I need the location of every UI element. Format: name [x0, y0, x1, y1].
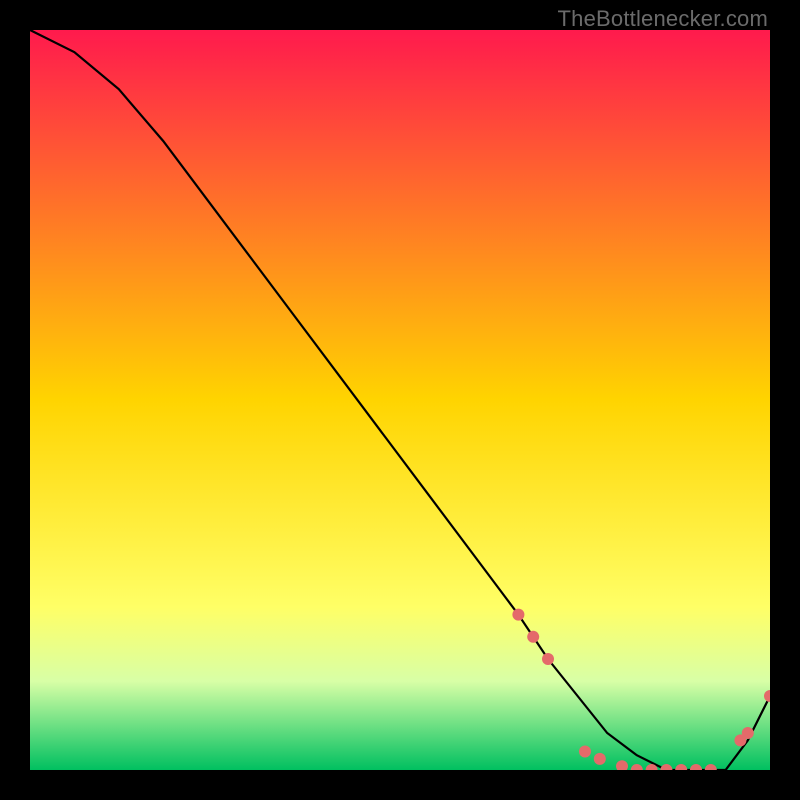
data-point-marker: [512, 609, 524, 621]
heat-background: [30, 30, 770, 770]
chart-frame: [30, 30, 770, 770]
watermark-text: TheBottlenecker.com: [558, 6, 768, 32]
data-point-marker: [594, 753, 606, 765]
data-point-marker: [527, 631, 539, 643]
data-point-marker: [742, 727, 754, 739]
data-point-marker: [542, 653, 554, 665]
data-point-marker: [579, 746, 591, 758]
bottleneck-chart: [30, 30, 770, 770]
